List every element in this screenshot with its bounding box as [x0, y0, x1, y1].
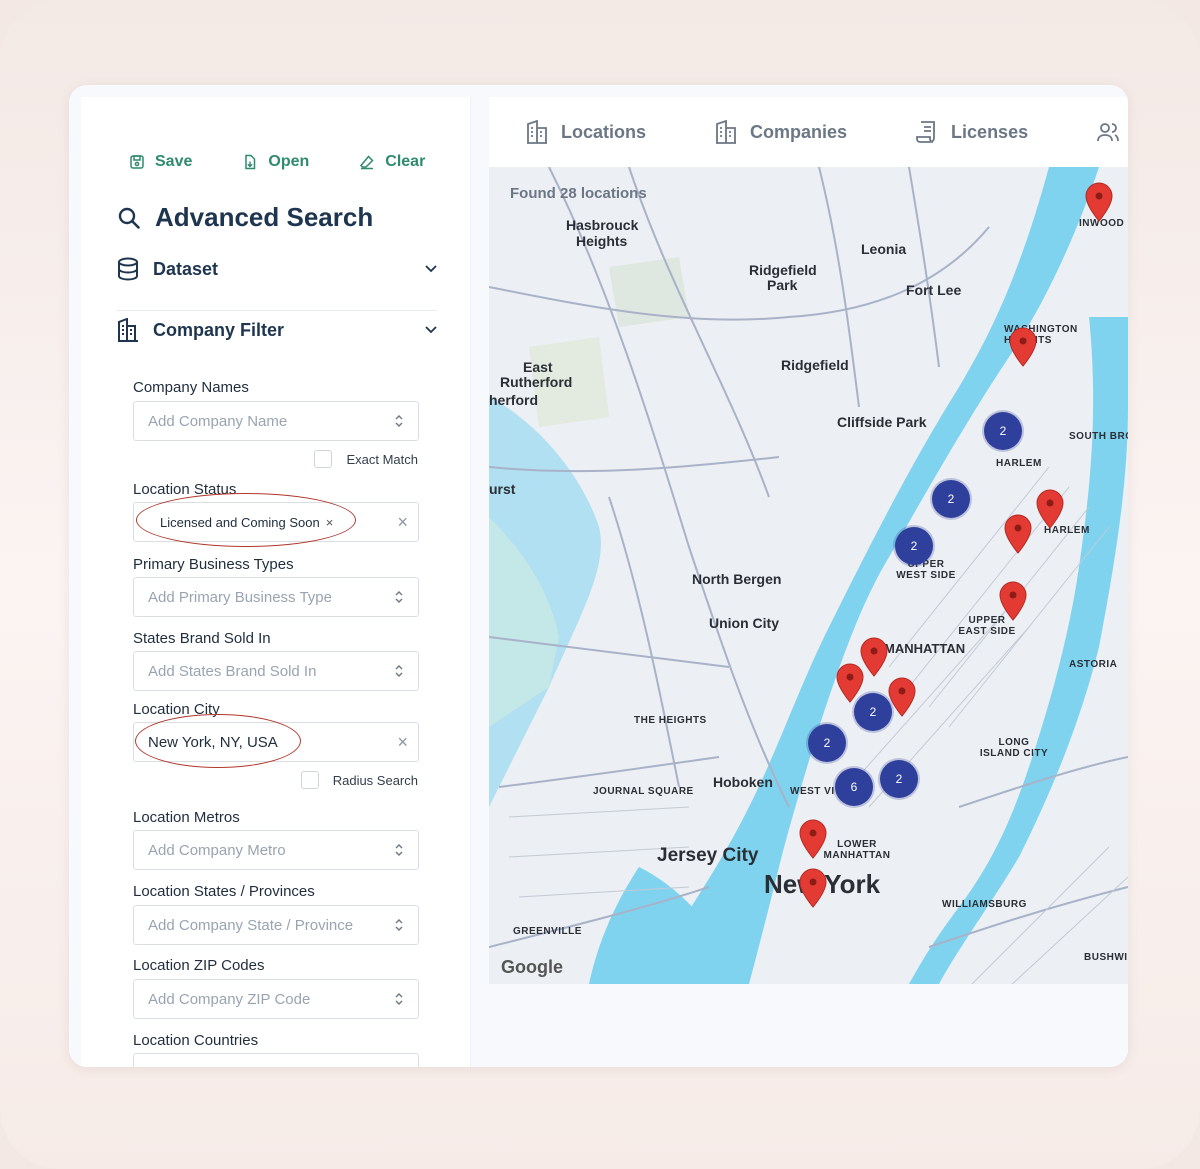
eraser-icon	[360, 155, 374, 170]
sort-chevrons-icon	[395, 919, 403, 931]
location-countries-label: Location Countries	[133, 1032, 259, 1049]
company-names-label: Company Names	[133, 379, 249, 396]
building-icon	[527, 120, 547, 144]
states-brand-sold-in-select[interactable]: Add States Brand Sold In	[133, 651, 419, 691]
location-zip-label: Location ZIP Codes	[133, 957, 265, 974]
location-metros-select[interactable]: Add Company Metro	[133, 830, 419, 870]
map-canvas	[489, 167, 1128, 984]
tab-licenses[interactable]: Licenses	[915, 120, 1028, 144]
search-toolbar: Save Open Clear	[129, 153, 425, 171]
app-window: Save Open Clear Advanced Search Dataset …	[69, 85, 1128, 1067]
save-button[interactable]: Save	[129, 153, 192, 171]
chevron-down-icon	[425, 326, 437, 334]
map-cluster[interactable]: 2	[880, 760, 918, 798]
tab-companies[interactable]: Companies	[714, 120, 847, 144]
google-attribution: Google	[501, 957, 563, 977]
company-filter-section-toggle[interactable]: Company Filter	[117, 318, 437, 342]
location-countries-select[interactable]	[133, 1053, 419, 1067]
map-marker-icon[interactable]	[888, 677, 916, 717]
tag-remove-icon[interactable]: ×	[326, 515, 334, 530]
open-file-icon	[245, 154, 256, 170]
map-marker-icon[interactable]	[836, 663, 864, 703]
sort-chevrons-icon	[395, 844, 403, 856]
save-icon	[130, 155, 144, 169]
tab-users[interactable]	[1096, 120, 1120, 144]
map-marker-icon[interactable]	[1085, 182, 1113, 222]
chevron-down-icon	[425, 265, 437, 273]
database-icon	[118, 257, 138, 281]
primary-business-types-label: Primary Business Types	[133, 556, 294, 573]
building-icon	[118, 318, 138, 342]
primary-business-types-select[interactable]: Add Primary Business Type	[133, 577, 419, 617]
location-zip-select[interactable]: Add Company ZIP Code	[133, 979, 419, 1019]
users-icon	[1097, 123, 1119, 142]
sort-chevrons-icon	[395, 415, 403, 427]
sort-chevrons-icon	[395, 665, 403, 677]
search-sidebar: Save Open Clear Advanced Search Dataset …	[81, 97, 471, 1067]
map-marker-icon[interactable]	[860, 637, 888, 677]
page-title: Advanced Search	[117, 202, 373, 233]
search-icon	[118, 207, 140, 229]
location-status-select[interactable]: Licensed and Coming Soon × ×	[133, 502, 419, 542]
map-cluster[interactable]: 6	[835, 768, 873, 806]
radius-search-checkbox[interactable]	[300, 771, 319, 789]
map-marker-icon[interactable]	[1004, 514, 1032, 554]
map-marker-icon[interactable]	[1036, 489, 1064, 529]
map-marker-icon[interactable]	[999, 581, 1027, 621]
sort-chevrons-icon	[395, 993, 403, 1005]
clear-icon[interactable]: ×	[397, 512, 408, 533]
company-names-select[interactable]: Add Company Name	[133, 401, 419, 441]
results-tabs: Locations Companies Licenses	[489, 97, 1128, 167]
results-count: Found 28 locations	[510, 185, 647, 202]
location-states-select[interactable]: Add Company State / Province	[133, 905, 419, 945]
map-marker-icon[interactable]	[799, 819, 827, 859]
map-cluster[interactable]: 2	[895, 527, 933, 565]
license-document-icon	[916, 121, 935, 143]
building-icon	[716, 120, 737, 144]
sort-chevrons-icon	[395, 591, 403, 603]
clear-icon[interactable]: ×	[397, 732, 408, 753]
map-marker-icon[interactable]	[799, 868, 827, 908]
map-cluster[interactable]: 2	[808, 724, 846, 762]
tab-locations[interactable]: Locations	[525, 120, 646, 144]
location-status-label: Location Status	[133, 481, 237, 498]
location-states-label: Location States / Provinces	[133, 883, 315, 900]
exact-match-checkbox[interactable]	[314, 450, 333, 468]
exact-match-option[interactable]: Exact Match	[314, 450, 418, 468]
location-city-select[interactable]: New York, NY, USA ×	[133, 722, 419, 762]
location-city-label: Location City	[133, 701, 220, 718]
map-cluster[interactable]: 2	[984, 412, 1022, 450]
map-marker-icon[interactable]	[1009, 327, 1037, 367]
clear-button[interactable]: Clear	[359, 153, 425, 171]
map-view[interactable]: Found 28 locations Hasbrouck Heights Leo…	[489, 167, 1128, 984]
states-brand-sold-in-label: States Brand Sold In	[133, 630, 271, 647]
results-panel: Locations Companies Licenses Found 28 lo…	[471, 97, 1128, 1067]
dataset-section-toggle[interactable]: Dataset	[117, 257, 437, 281]
open-button[interactable]: Open	[242, 153, 309, 171]
radius-search-option[interactable]: Radius Search	[300, 771, 418, 789]
location-metros-label: Location Metros	[133, 809, 240, 826]
status-tag[interactable]: Licensed and Coming Soon ×	[148, 515, 389, 530]
map-cluster[interactable]: 2	[932, 480, 970, 518]
